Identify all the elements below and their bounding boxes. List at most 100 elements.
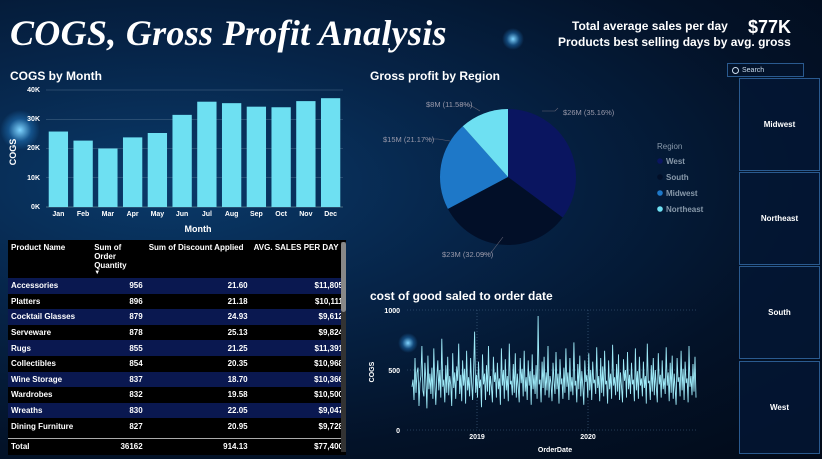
- avg-sales-cell: $9,728: [250, 418, 346, 434]
- cogs-y-axis-label: COGS: [8, 139, 18, 166]
- quantity-cell: 878: [91, 324, 146, 341]
- quantity-cell: 896: [91, 293, 146, 310]
- cogs-x-axis-label: Month: [185, 224, 212, 234]
- discount-cell: 21.18: [145, 293, 251, 310]
- column-header-product[interactable]: Product Name: [8, 240, 91, 278]
- kpi-best-selling-label: Products best selling days by avg. gross: [558, 35, 791, 49]
- table-row[interactable]: Wreaths 830 22.05 $9,047: [8, 402, 346, 419]
- line-x-axis-label: OrderDate: [538, 447, 572, 454]
- avg-sales-cell: $10,968: [250, 355, 346, 372]
- background-glow: [502, 28, 524, 50]
- table-row[interactable]: Platters 896 21.18 $10,111: [8, 293, 346, 310]
- quantity-cell: 830: [91, 402, 146, 419]
- pie-data-label: $8M (11.58%): [426, 100, 473, 109]
- slicer-search-input[interactable]: Search: [727, 63, 804, 77]
- column-header-quantity-label: Sum of Order Quantity: [94, 243, 127, 270]
- quantity-cell: 855: [91, 340, 146, 356]
- cogs-bar[interactable]: [296, 101, 316, 207]
- table-row[interactable]: Dining Furniture 827 20.95 $9,728: [8, 418, 346, 434]
- product-name-cell: Wreaths: [8, 402, 92, 419]
- slicer-item-midwest[interactable]: Midwest: [739, 78, 820, 171]
- avg-sales-cell: $9,824: [250, 324, 346, 341]
- table-row[interactable]: Cocktail Glasses 879 24.93 $9,612: [8, 309, 346, 325]
- avg-sales-cell: $10,366: [250, 371, 346, 388]
- quantity-cell: 879: [91, 309, 146, 325]
- cogs-x-tick: Jul: [202, 211, 212, 218]
- cogs-bar[interactable]: [221, 103, 242, 207]
- discount-cell: 20.35: [145, 355, 251, 372]
- avg-sales-cell: $9,612: [250, 309, 346, 325]
- column-header-avg-sales[interactable]: AVG. SALES PER DAY: [251, 240, 346, 278]
- slicer-item-northeast[interactable]: Northeast: [739, 172, 820, 265]
- cogs-chart-title: COGS by Month: [10, 69, 102, 83]
- slicer-item-south[interactable]: South: [739, 266, 820, 359]
- quantity-cell: 837: [91, 371, 146, 388]
- cogs-bar[interactable]: [73, 140, 93, 207]
- cogs-bar[interactable]: [172, 114, 192, 207]
- cogs-x-tick: Sep: [250, 211, 263, 218]
- cogs-bar[interactable]: [98, 148, 118, 208]
- cogs-x-tick: Jun: [176, 211, 188, 218]
- legend-label[interactable]: Northeast: [666, 205, 704, 214]
- cogs-bar[interactable]: [147, 132, 168, 207]
- line-y-tick: 0: [396, 428, 400, 435]
- column-header-quantity[interactable]: Sum of Order Quantity ▼: [91, 240, 146, 278]
- cogs-bar[interactable]: [320, 98, 341, 207]
- table-scrollbar-thumb[interactable]: [341, 242, 346, 312]
- cogs-by-date-line-chart: 1000 500 0 2019 2020 COGS OrderDate: [369, 308, 698, 454]
- legend-label[interactable]: West: [666, 157, 685, 166]
- slicer-item-label: West: [770, 403, 789, 412]
- pie-data-label: $15M (21.17%): [383, 135, 435, 144]
- pie-data-label: $26M (35.16%): [563, 108, 615, 117]
- product-name-cell: Wine Storage: [8, 371, 92, 388]
- discount-cell: 18.70: [145, 371, 251, 388]
- table-row[interactable]: Wine Storage 837 18.70 $10,366: [8, 371, 346, 388]
- legend-label[interactable]: South: [666, 173, 689, 182]
- discount-cell: 20.95: [145, 418, 251, 434]
- product-name-cell: Collectibles: [8, 355, 92, 372]
- product-name-cell: Platters: [8, 293, 92, 310]
- table-scrollbar[interactable]: [341, 242, 346, 452]
- legend-dot: [657, 190, 663, 196]
- column-header-discount[interactable]: Sum of Discount Applied: [146, 240, 251, 278]
- sort-desc-icon: ▼: [94, 270, 101, 276]
- cogs-bar[interactable]: [122, 137, 143, 207]
- discount-cell: 21.25: [145, 340, 251, 356]
- cogs-bar[interactable]: [271, 107, 291, 207]
- pie-data-label: $23M (32.09%): [442, 250, 494, 259]
- cogs-bar[interactable]: [197, 101, 217, 207]
- slicer-item-west[interactable]: West: [739, 361, 820, 454]
- discount-cell: 22.05: [145, 402, 251, 419]
- discount-cell: 25.13: [145, 324, 251, 341]
- cogs-x-tick: May: [151, 211, 165, 218]
- total-avg-sales-cell: $77,400: [250, 437, 346, 455]
- line-y-tick: 500: [388, 368, 400, 375]
- cogs-x-tick: Feb: [77, 211, 89, 218]
- search-icon: [732, 66, 739, 74]
- table-row[interactable]: Serveware 878 25.13 $9,824: [8, 324, 346, 341]
- product-name-cell: Serveware: [8, 324, 92, 341]
- table-row[interactable]: Wardrobes 832 19.58 $10,500: [8, 387, 346, 403]
- table-row[interactable]: Collectibles 854 20.35 $10,968: [8, 355, 346, 372]
- gross-profit-pie-chart: $26M (35.16%) $23M (32.09%) $15M (21.17%…: [383, 100, 704, 259]
- cogs-x-tick: Mar: [102, 211, 115, 218]
- discount-cell: 19.58: [145, 387, 251, 403]
- search-placeholder: Search: [742, 66, 765, 74]
- cogs-line-series: [411, 315, 697, 409]
- cogs-bar[interactable]: [48, 131, 69, 207]
- legend-dot: [657, 174, 663, 180]
- product-name-cell: Cocktail Glasses: [8, 309, 92, 325]
- table-row[interactable]: Rugs 855 21.25 $11,391: [8, 340, 346, 356]
- cogs-y-tick: 40K: [27, 87, 40, 94]
- cogs-bar[interactable]: [246, 106, 267, 207]
- legend-label[interactable]: Midwest: [666, 189, 698, 198]
- cogs-x-tick: Aug: [225, 211, 239, 218]
- total-quantity-cell: 36162: [91, 437, 146, 455]
- cogs-x-tick: Oct: [275, 211, 287, 218]
- cogs-bar-chart: Jan Feb Mar Apr May Jun Jul Aug Sep Oct Nov Dec 40K…: [8, 87, 343, 234]
- table-row[interactable]: Accessories 956 21.60 $11,805: [8, 278, 346, 294]
- cogs-y-tick: 0K: [31, 204, 40, 211]
- page-title: COGS, Gross Profit Analysis: [10, 13, 447, 53]
- legend-dot: [657, 158, 663, 164]
- product-table: Product Name Sum of Order Quantity ▼ Sum …: [8, 240, 346, 455]
